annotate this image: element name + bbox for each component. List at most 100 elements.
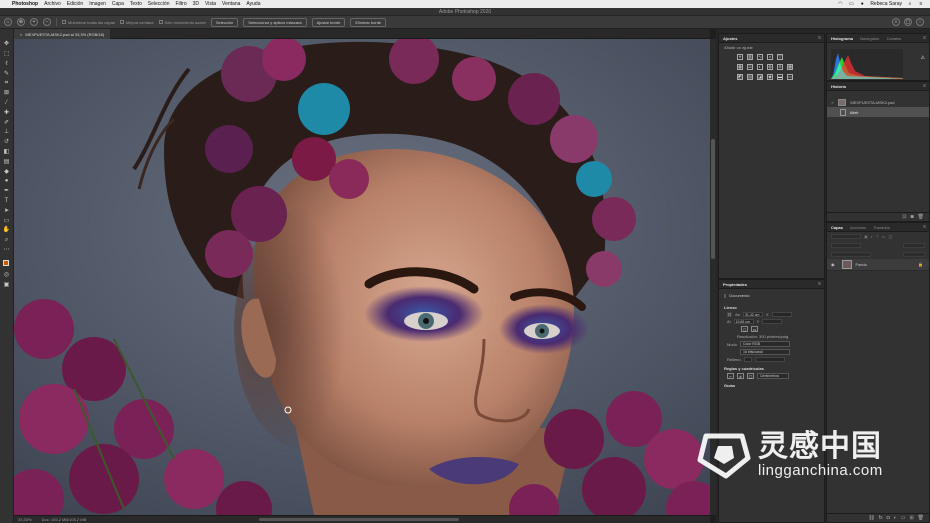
exposure-icon[interactable]: ± (767, 54, 773, 60)
search-icon[interactable]: ⌕ (892, 18, 900, 26)
grid-icon[interactable]: # (737, 373, 744, 379)
add-mask-icon[interactable]: ◘ (887, 515, 890, 521)
menu-list-icon[interactable]: ≡ (918, 1, 924, 7)
new-adjustment-icon[interactable]: ◐ (894, 515, 897, 521)
canvas-width-field[interactable]: 31,42 cm (742, 312, 763, 317)
link-layers-icon[interactable]: ⛓ (868, 515, 874, 521)
select-subject-button[interactable]: Selección (210, 17, 239, 27)
hand-tool-icon[interactable]: ✋ (3, 227, 10, 234)
refine-edge-button[interactable]: Ajustar borde (311, 17, 346, 27)
gradient-tool-icon[interactable]: ▤ (3, 159, 10, 166)
invert-icon[interactable]: ◩ (737, 74, 743, 80)
vibrance-icon[interactable]: ▽ (777, 54, 783, 60)
levels-icon[interactable]: ▥ (747, 54, 753, 60)
quick-mask-icon[interactable]: ◎ (3, 272, 10, 279)
foreground-color-swatch[interactable] (2, 259, 9, 266)
dodge-tool-icon[interactable]: ● (3, 178, 10, 185)
search-icon[interactable]: ⌕ (907, 1, 913, 7)
menu-archivo[interactable]: Archivo (44, 1, 61, 7)
user-name[interactable]: Rebeca Saray (870, 1, 902, 7)
fx-icon[interactable]: fx (879, 515, 883, 521)
move-tool-icon[interactable]: ✥ (3, 41, 10, 48)
quick-selection-icon[interactable]: ⊕ (17, 18, 25, 26)
histogram-warning-icon[interactable]: ⚠ (921, 55, 925, 61)
rectangle-tool-icon[interactable]: ▭ (3, 217, 10, 224)
units-select[interactable]: Centímetros (757, 373, 789, 379)
menu-edicion[interactable]: Edición (67, 1, 83, 7)
panel-menu-icon[interactable]: ≡ (923, 224, 926, 230)
lock-icon[interactable]: 🔒 (918, 262, 923, 267)
rulers-grids-section-title[interactable]: Reglas y cuadrículas (719, 363, 824, 372)
scrollbar-thumb[interactable] (711, 139, 715, 259)
crop-tool-icon[interactable]: ⌗ (3, 80, 10, 87)
opacity-field[interactable] (903, 243, 925, 248)
enhance-edge-checkbox[interactable]: Mejora ventana (119, 20, 154, 25)
menu-imagen[interactable]: Imagen (89, 1, 106, 7)
path-select-tool-icon[interactable]: ➤ (3, 208, 10, 215)
posterize-icon[interactable]: ▤ (747, 74, 753, 80)
mode-select[interactable]: Color RGB (740, 341, 791, 347)
user-icon[interactable]: ● (859, 1, 865, 7)
blend-mode-select[interactable] (831, 243, 861, 248)
eyedropper-tool-icon[interactable]: ⁄ (3, 100, 10, 107)
tab-history[interactable]: Historia (831, 84, 846, 89)
home-icon[interactable]: ⌂ (4, 18, 12, 26)
curves-icon[interactable]: ∿ (757, 54, 763, 60)
color-balance-icon[interactable]: ⚖ (747, 64, 753, 70)
panel-menu-icon[interactable]: ≡ (923, 83, 926, 89)
brush-tool-icon[interactable]: ✐ (3, 119, 10, 126)
fill-color-swatch[interactable] (743, 357, 752, 362)
trash-icon[interactable]: 🗑 (918, 515, 924, 521)
clone-stamp-tool-icon[interactable]: ⊥ (3, 129, 10, 136)
frame-tool-icon[interactable]: ⊠ (3, 90, 10, 97)
menu-ayuda[interactable]: Ayuda (246, 1, 260, 7)
new-group-icon[interactable]: ▭ (901, 515, 906, 521)
tab-properties[interactable]: Propiedades (723, 282, 747, 287)
menu-vista[interactable]: Vista (205, 1, 216, 7)
canvas-horizontal-scrollbar[interactable] (259, 518, 459, 521)
tab-adjustments[interactable]: Ajustes (723, 36, 737, 41)
sample-all-layers-checkbox[interactable]: Muestrear todas las capas (62, 20, 115, 25)
filter-type-icon[interactable]: T (876, 234, 878, 239)
filter-smart-icon[interactable]: ◫ (888, 234, 892, 239)
remove-edge-button[interactable]: Eliminar borde (350, 17, 387, 27)
healing-brush-tool-icon[interactable]: ✚ (3, 110, 10, 117)
history-snapshot-item[interactable]: ✓ MEXPUESTA-MSK2.psd (827, 97, 929, 107)
panel-menu-icon[interactable]: ≡ (818, 281, 821, 287)
new-document-from-state-icon[interactable]: ⊡ (902, 214, 906, 220)
tab-paths[interactable]: Trazados (873, 225, 890, 230)
menu-app-name[interactable]: Photoshop (12, 1, 38, 7)
lasso-tool-icon[interactable]: ℓ (3, 61, 10, 68)
zoom-tool-icon[interactable]: ⌕ (3, 237, 10, 244)
channel-mixer-icon[interactable]: ⊛ (777, 64, 783, 70)
threshold-icon[interactable]: ◪ (757, 74, 763, 80)
filter-pixel-icon[interactable]: ▣ (864, 234, 868, 239)
tab-channels[interactable]: Canales (887, 36, 902, 41)
tab-layers[interactable]: Capas (831, 225, 843, 230)
layer-row[interactable]: ◉ Fondo 🔒 (827, 259, 929, 271)
eraser-tool-icon[interactable]: ◧ (3, 149, 10, 156)
canvas-section-title[interactable]: Lienzo (719, 302, 824, 311)
fill-select[interactable] (754, 357, 785, 362)
gradient-map-icon[interactable]: ▬ (777, 74, 783, 80)
menu-filtro[interactable]: Filtro (175, 1, 186, 7)
subtract-selection-icon[interactable]: − (43, 18, 51, 26)
panel-menu-icon[interactable]: ≡ (923, 35, 926, 41)
ruler-icon[interactable]: ⌐ (727, 373, 734, 379)
black-white-icon[interactable]: ◐ (757, 64, 763, 70)
more-tools-icon[interactable]: ⋯ (3, 247, 10, 254)
bit-depth-select[interactable]: 16 bits/canal (740, 349, 790, 355)
menu-seleccion[interactable]: Selección (148, 1, 170, 7)
visibility-eye-icon[interactable]: ◉ (831, 262, 835, 267)
wifi-icon[interactable]: ◠ (837, 1, 843, 7)
marquee-tool-icon[interactable]: ⬚ (3, 51, 10, 58)
canvas-height-field[interactable]: 19,65 cm (733, 319, 754, 324)
camera-icon[interactable]: ◙ (911, 214, 914, 220)
trash-icon[interactable]: 🗑 (918, 214, 924, 220)
menu-texto[interactable]: Texto (130, 1, 142, 7)
guides-icon[interactable]: ▢ (747, 373, 754, 379)
canvas-x-field[interactable] (771, 312, 792, 317)
filter-adjust-icon[interactable]: ◐ (871, 234, 873, 239)
battery-icon[interactable]: ▭ (848, 1, 854, 7)
color-swatches[interactable] (2, 259, 12, 269)
